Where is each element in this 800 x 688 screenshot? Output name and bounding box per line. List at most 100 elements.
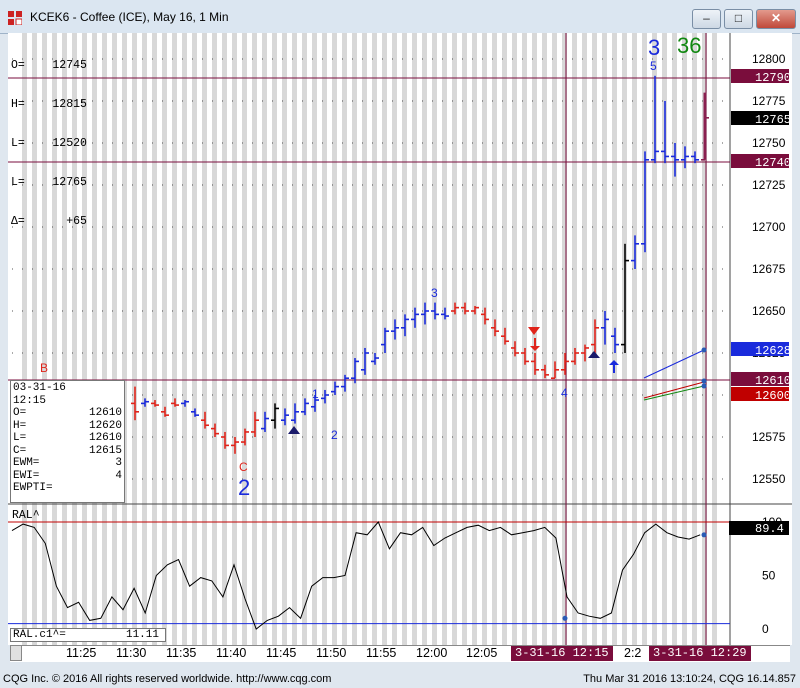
grid-stripe (452, 33, 457, 645)
title-bar[interactable]: KCEK6 - Coffee (ICE), May 16, 1 Min – □ … (0, 0, 800, 34)
databox-date: 03-31-16 (13, 382, 66, 394)
grid-stripe (542, 33, 547, 645)
grid-stripe (322, 33, 327, 645)
grid-stripe (482, 33, 487, 645)
grid-stripe (92, 33, 97, 645)
cursor-data-box: 03-31-16 12:15 O= 12610 H= 12620 L= 12610 C… (10, 380, 125, 503)
grid-stripe (442, 33, 447, 645)
databox-row: C= 12615 (13, 444, 122, 457)
price-tag-label: 12790 (755, 71, 791, 85)
grid-stripe (412, 33, 417, 645)
wave-count-label: 36 (677, 33, 701, 58)
grid-stripe (262, 33, 267, 645)
time-tick: 12:00 (416, 646, 448, 660)
trend-dot (701, 383, 707, 389)
grid-stripe (472, 33, 477, 645)
price-tick: 12575 (752, 430, 786, 444)
price-tag-label: 12628 (755, 344, 791, 358)
price-tag-label: 12600 (755, 389, 791, 403)
grid-stripe (522, 33, 527, 645)
price-tag-label: 12765 (755, 113, 791, 127)
price-chart[interactable]: 1280012775127501272512700126751265012625… (8, 33, 792, 669)
time-scroll-handle[interactable] (10, 645, 22, 661)
window-title: KCEK6 - Coffee (ICE), May 16, 1 Min (30, 10, 229, 24)
wave-label-2-major: 2 (238, 475, 250, 500)
grid-stripe (672, 33, 677, 645)
time-tick: 2:2 (624, 646, 642, 660)
time-tick: 11:50 (316, 646, 347, 660)
indicator-readout-value: 11.11 (125, 629, 159, 641)
grid-stripe (432, 33, 437, 645)
grid-stripe (232, 33, 237, 645)
grid-stripe (202, 33, 207, 645)
close-button[interactable]: ✕ (756, 9, 796, 29)
ohlc-header: O= 12745 H= 12815 L= 12520 L= 12765 Δ= +… (11, 33, 87, 254)
grid-stripe (302, 33, 307, 645)
grid-stripe (492, 33, 497, 645)
indicator-tick: 0 (762, 622, 769, 636)
grid-stripe (352, 33, 357, 645)
grid-stripe (462, 33, 467, 645)
grid-stripe (122, 33, 127, 645)
wave-label-1: 1 (312, 387, 319, 401)
minimize-button[interactable]: – (692, 9, 721, 29)
grid-stripe (362, 33, 367, 645)
databox-time: 12:15 (13, 394, 47, 407)
grid-stripe (402, 33, 407, 645)
grid-stripe (242, 33, 247, 645)
price-tick: 12550 (752, 472, 786, 486)
grid-stripe (272, 33, 277, 645)
price-tick: 12750 (752, 136, 786, 150)
wave-label-2: 2 (331, 428, 338, 442)
grid-stripe (372, 33, 377, 645)
grid-stripe (712, 33, 717, 645)
low-readout: L= 12520 (11, 137, 87, 150)
wave-label-c: C (239, 460, 248, 474)
grid-stripe (572, 33, 577, 645)
grid-stripe (252, 33, 257, 645)
time-tick: 11:45 (266, 646, 297, 660)
cursor-time-tag: 3-31-16 12:15 (511, 646, 613, 661)
cqg-app-icon (8, 11, 22, 25)
trend-dot (701, 378, 707, 384)
grid-stripe (282, 33, 287, 645)
indicator-readout: RAL.c1^= 11.11 (10, 628, 166, 642)
indicator-readout-label: RAL.c1^= (13, 629, 66, 641)
wave-label-4: 4 (561, 386, 568, 400)
indicator-last-dot (701, 532, 707, 538)
last-readout: L= 12765 (11, 176, 87, 189)
time-tick: 11:30 (116, 646, 147, 660)
indicator-value-label: 89.4 (755, 522, 784, 536)
grid-stripe (552, 33, 557, 645)
grid-stripe (422, 33, 427, 645)
time-tick: 11:55 (366, 646, 397, 660)
databox-row: H= 12620 (13, 419, 122, 432)
price-tick: 12675 (752, 262, 786, 276)
wave-label-3: 3 (431, 286, 438, 300)
maximize-button[interactable]: □ (724, 9, 753, 29)
wave-label-b: B (40, 361, 48, 375)
grid-stripe (222, 33, 227, 645)
grid-stripe (332, 33, 337, 645)
last-time-tag: 3-31-16 12:29 (649, 646, 751, 661)
price-tag-label: 12740 (755, 156, 791, 170)
grid-stripe (112, 33, 117, 645)
high-readout: H= 12815 (11, 98, 87, 111)
grid-stripe (102, 33, 107, 645)
indicator-cursor-dot (562, 615, 568, 621)
open-readout: O= 12745 (11, 59, 87, 72)
databox-row: L= 12610 (13, 432, 122, 444)
grid-stripe (582, 33, 587, 645)
status-footer: CQG Inc. © 2016 All rights reserved worl… (0, 671, 800, 688)
time-tick: 12:05 (466, 646, 498, 660)
databox-row: EWPTI= (13, 482, 53, 494)
grid-stripe (682, 33, 687, 645)
price-tick: 12800 (752, 52, 786, 66)
price-tick: 12725 (752, 178, 786, 192)
wave-label-5: 5 (650, 59, 657, 73)
grid-stripe (132, 33, 137, 645)
grid-stripe (142, 33, 147, 645)
grid-stripe (642, 33, 647, 645)
databox-row: EWM= 3 (13, 457, 122, 469)
grid-stripe (342, 33, 347, 645)
